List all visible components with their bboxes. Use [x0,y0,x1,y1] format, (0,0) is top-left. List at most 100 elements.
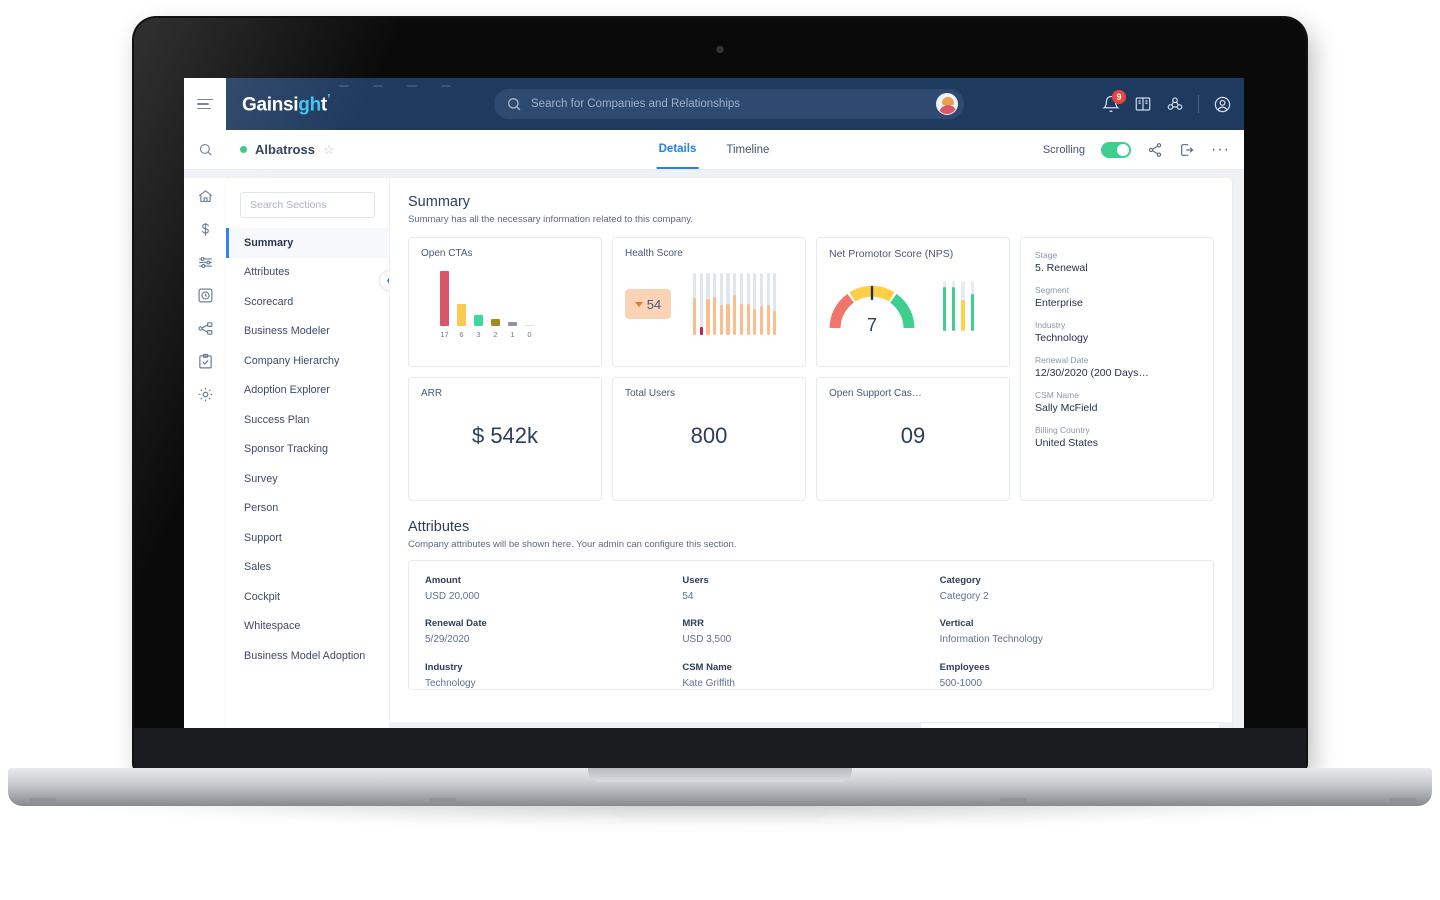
card-total-users[interactable]: Total Users 800 [612,377,806,501]
global-search[interactable] [494,89,964,119]
more-options-button[interactable]: ··· [1211,141,1230,157]
info-field-label: Billing Country [1035,425,1090,435]
card-open-ctas[interactable]: Open CTAs 17 6 3 2 1 0 [408,237,602,367]
clipboard-check-icon[interactable] [197,353,214,370]
sections-search[interactable] [240,192,375,218]
left-icon-rail [184,178,226,748]
attribute-value: USD 20,000 [425,591,480,602]
sidebar-item-label: Cockpit [244,590,281,603]
main-panel: Summary Summary has all the necessary in… [390,178,1232,748]
community-button[interactable] [1166,95,1184,113]
card-open-support-cases[interactable]: Open Support Cas… 09 [816,377,1010,501]
page-subheader: Albatross ☆ Details Timeline Scrolling ·… [184,130,1244,170]
attribute-field: Vertical Information Technology [940,618,1197,645]
sidebar-item-attributes[interactable]: Attributes [226,258,389,288]
icon-divider [1198,95,1199,113]
sidebar-item-label: Adoption Explorer [244,384,330,397]
trend-down-icon [634,301,643,307]
card-title: Net Promotor Score (NPS) [829,248,954,260]
attribute-value: 54 [682,591,694,602]
share-icon[interactable] [1147,142,1163,158]
attribute-field: Renewal Date 5/29/2020 [425,618,682,645]
card-title: ARR [421,388,443,399]
attribute-value: USD 3,500 [682,634,732,646]
cta-bar [440,271,449,326]
nps-bar-fill [970,294,974,331]
nps-bar-fill [943,287,947,331]
sidebar-item-whitespace[interactable]: Whitespace [226,612,389,642]
sidebar-item-adoption-explorer[interactable]: Adoption Explorer [226,376,389,406]
total-users-value: 800 [690,422,728,448]
card-nps[interactable]: Net Promotor Score (NPS) 7 [816,237,1010,367]
tab-timeline[interactable]: Timeline [724,130,771,169]
sidebar-item-summary[interactable]: Summary [226,228,389,258]
sparkline-fill [693,297,697,335]
notifications-button[interactable]: 9 [1102,90,1126,113]
info-field-label: Segment [1035,285,1070,295]
info-field: Renewal Date 12/30/2020 (200 Days… [1035,355,1199,379]
search-avatar[interactable] [936,93,958,115]
sliders-icon[interactable] [197,254,214,271]
card-arr[interactable]: ARR $ 542k [408,377,602,501]
dollar-icon[interactable] [197,221,214,238]
knowledge-base-button[interactable] [1134,95,1152,113]
sparkline-track [733,273,737,335]
scrolling-label: Scrolling [1042,143,1086,156]
attributes-grid: Amount USD 20,000 Users 54 Category Category … [408,560,1214,690]
sidebar-item-label: Success Plan [244,413,310,426]
nps-bar-fill [961,300,965,331]
hierarchy-icon[interactable] [197,320,214,337]
company-info-panel: Stage 5. Renewal Segment Enterprise Industry… [1020,237,1214,501]
attribute-field: MRR USD 3,500 [682,618,939,645]
rail-search-slot[interactable] [184,130,226,169]
sidebar-item-business-model-adoption[interactable]: Business Model Adoption [226,641,389,671]
timer-icon[interactable] [197,287,214,304]
sidebar-item-person[interactable]: Person [226,494,389,524]
sections-search-input[interactable] [250,199,365,211]
cta-bar-column: 0 [525,271,534,339]
sidebar-item-support[interactable]: Support [226,523,389,553]
card-title: Total Users [625,388,676,399]
sidebar-item-survey[interactable]: Survey [226,464,389,494]
sidebar-item-label: Sponsor Tracking [244,443,329,456]
cta-bar-column: 17 [440,271,449,339]
nps-bar-fill [952,287,956,331]
webcam-icon [716,46,724,53]
info-field-label: CSM Name [1035,390,1079,400]
user-profile-button[interactable] [1213,95,1232,114]
sidebar-item-company-hierarchy[interactable]: Company Hierarchy [226,346,389,376]
sidebar-item-sponsor-tracking[interactable]: Sponsor Tracking [226,435,389,465]
sidebar-item-business-modeler[interactable]: Business Modeler [226,317,389,347]
gear-icon[interactable] [197,386,214,403]
nps-chart: 7 [829,260,997,356]
cta-bar [457,304,466,326]
menu-toggle-button[interactable] [184,78,226,130]
sidebar-item-label: Company Hierarchy [244,354,340,367]
sidebar-item-sales[interactable]: Sales [226,553,389,583]
sections-nav: Summary Attributes Scorecard Business Model… [226,178,390,748]
status-badge [240,146,247,153]
attribute-label: Amount [425,575,461,586]
sidebar-item-success-plan[interactable]: Success Plan [226,405,389,435]
health-score-chart: 54 [625,259,793,355]
home-icon[interactable] [197,188,214,205]
attribute-label: Users [682,575,709,586]
decorative-dots [339,85,451,87]
cta-bar [508,322,517,326]
sidebar-item-scorecard[interactable]: Scorecard [226,287,389,317]
global-search-input[interactable] [531,98,936,110]
tab-details[interactable]: Details [656,130,699,169]
info-field-value: 5. Renewal [1035,262,1088,274]
summary-title: Summary [408,194,471,210]
card-health-score[interactable]: Health Score 54 [612,237,806,367]
attribute-field: Users 54 [682,575,939,602]
export-icon[interactable] [1179,142,1195,158]
info-field-value: Sally McField [1035,402,1098,414]
favorite-star-icon[interactable]: ☆ [323,142,335,158]
sidebar-item-cockpit[interactable]: Cockpit [226,582,389,612]
scrolling-toggle[interactable] [1101,141,1132,158]
open-support-value: 09 [900,422,926,448]
sparkline-fill [746,304,750,335]
gainsight-app: Gainsight’ Search for Companies and Rela… [184,78,1244,748]
sparkline-fill [726,304,730,335]
